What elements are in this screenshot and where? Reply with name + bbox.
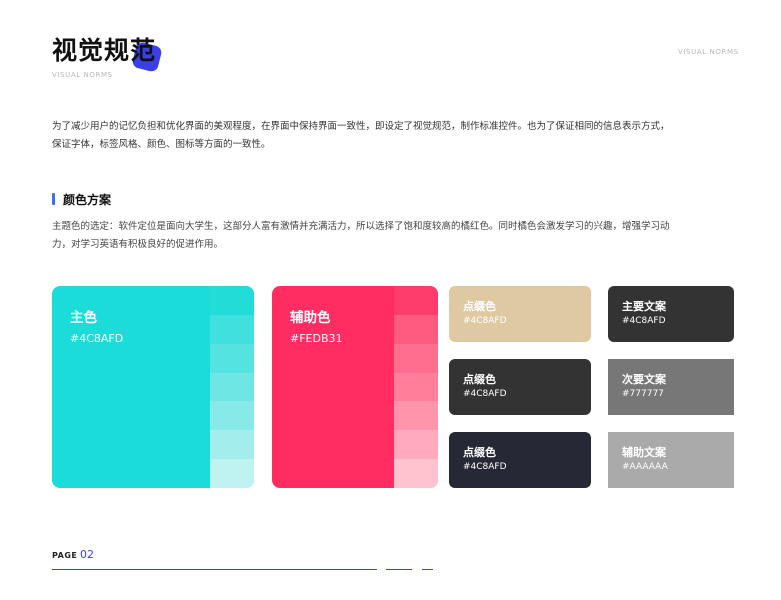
footer-divider (52, 569, 377, 570)
accent-shade-swatch (394, 401, 438, 431)
accent-shade-swatch (394, 372, 438, 402)
text-color-code: #4C8AFD (622, 316, 666, 326)
dot-color-code: #4C8AFD (463, 316, 507, 326)
section-marker (52, 193, 55, 205)
accent-shade-column (394, 286, 438, 488)
page-subtitle: VISUAL NORMS (52, 71, 113, 79)
primary-shade-swatch (210, 372, 254, 402)
primary-color-card: 主色 #4C8AFD (52, 286, 254, 488)
top-right-label: VISUAL NORMS (678, 48, 739, 56)
accent-shade-swatch (394, 314, 438, 344)
page-label: PAGE (52, 551, 78, 560)
text-color-code: #777777 (622, 389, 664, 399)
dot-color-code: #4C8AFD (463, 462, 507, 472)
accent-shade-swatch (394, 286, 438, 315)
accent-color-name: 辅助色 (290, 310, 331, 326)
primary-color-code: #4C8AFD (70, 332, 124, 345)
text-color-name: 辅助文案 (622, 446, 666, 459)
accent-color-card: 辅助色 #FEDB31 (272, 286, 438, 488)
page-number: 02 (80, 548, 94, 561)
primary-shade-swatch (210, 401, 254, 431)
footer-divider (422, 569, 433, 570)
intro-text: 为了减少用户的记忆负担和优化界面的美观程度，在界面中保持界面一致性，即设定了视觉… (52, 121, 670, 150)
footer-divider (386, 569, 412, 570)
text-color-card: 主要文案 #4C8AFD (608, 286, 734, 342)
accent-shade-swatch (394, 343, 438, 373)
accent-shade-swatch (394, 430, 438, 460)
text-color-card: 辅助文案 #AAAAAA (608, 432, 734, 488)
dot-color-name: 点缀色 (463, 446, 496, 459)
dot-color-code: #4C8AFD (463, 389, 507, 399)
dot-color-card: 点缀色 #4C8AFD (449, 286, 591, 342)
primary-shade-swatch (210, 430, 254, 460)
title-block: 视觉规范 (52, 36, 182, 76)
accent-shade-swatch (394, 459, 438, 488)
primary-shade-swatch (210, 459, 254, 488)
section-description: 主题色的选定：软件定位是面向大学生，这部分人富有激情并充满活力，所以选择了饱和度… (52, 221, 670, 250)
dot-color-name: 点缀色 (463, 300, 496, 313)
primary-color-name: 主色 (70, 310, 97, 326)
dot-color-name: 点缀色 (463, 373, 496, 386)
primary-shade-swatch (210, 314, 254, 344)
text-color-card: 次要文案 #777777 (608, 359, 734, 415)
section-title: 颜色方案 (63, 193, 112, 207)
dot-color-card: 点缀色 #4C8AFD (449, 432, 591, 488)
primary-shade-swatch (210, 286, 254, 315)
primary-shade-column (210, 286, 254, 488)
page-title: 视觉规范 (52, 36, 157, 65)
dot-color-card: 点缀色 #4C8AFD (449, 359, 591, 415)
text-color-name: 次要文案 (622, 373, 666, 386)
accent-color-code: #FEDB31 (290, 332, 343, 345)
text-color-name: 主要文案 (622, 300, 666, 313)
text-color-code: #AAAAAA (622, 462, 668, 472)
primary-shade-swatch (210, 343, 254, 373)
